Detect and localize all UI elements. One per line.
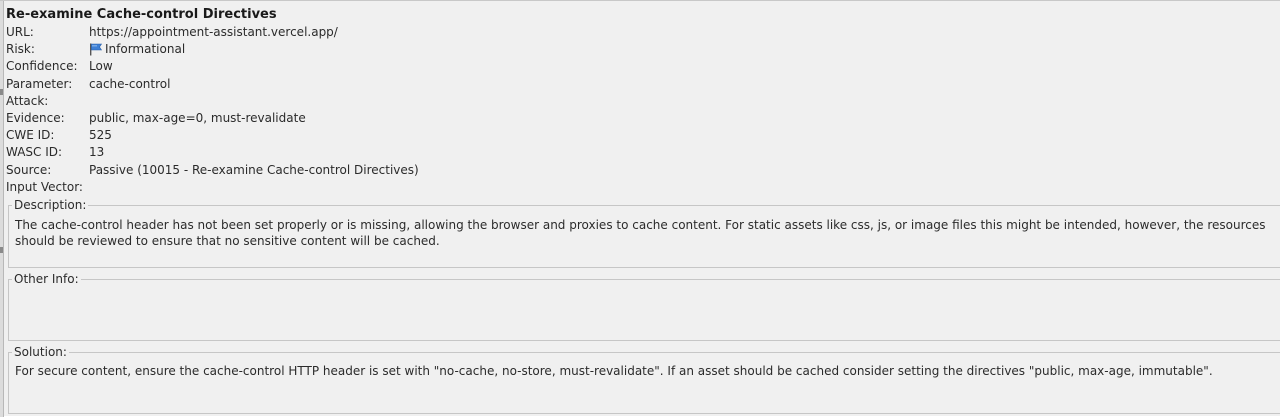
url-value[interactable]: https://appointment-assistant.vercel.app… bbox=[89, 24, 338, 41]
source-label: Source: bbox=[6, 163, 52, 177]
wasc-id-label: WASC ID: bbox=[6, 145, 63, 159]
risk-label: Risk: bbox=[6, 42, 35, 56]
other-info-label: Other Info: bbox=[12, 271, 81, 287]
risk-value-text: Informational bbox=[105, 42, 186, 56]
attack-label: Attack: bbox=[6, 94, 49, 108]
description-text[interactable]: The cache-control header has not been se… bbox=[15, 217, 1274, 249]
solution-group: Solution: For secure content, ensure the… bbox=[8, 344, 1280, 414]
solution-text[interactable]: For secure content, ensure the cache-con… bbox=[15, 363, 1274, 379]
source-value: Passive (10015 - Re-examine Cache-contro… bbox=[89, 163, 419, 177]
cwe-id-label: CWE ID: bbox=[6, 128, 55, 142]
other-info-group: Other Info: bbox=[8, 271, 1280, 341]
wasc-id-value: 13 bbox=[89, 145, 105, 159]
solution-label: Solution: bbox=[12, 344, 69, 360]
evidence-value: public, max-age=0, must-revalidate bbox=[89, 111, 306, 125]
description-label: Description: bbox=[12, 197, 89, 213]
input-vector-label: Input Vector: bbox=[6, 180, 83, 194]
url-label: URL: bbox=[6, 25, 34, 39]
evidence-label: Evidence: bbox=[6, 111, 65, 125]
cwe-id-value[interactable]: 525 bbox=[89, 127, 112, 144]
blue-flag-icon bbox=[89, 43, 103, 56]
splitter-grip-top bbox=[0, 89, 3, 95]
parameter-value: cache-control bbox=[89, 77, 171, 91]
description-group: Description: The cache-control header ha… bbox=[8, 197, 1280, 268]
risk-value: Informational bbox=[89, 41, 185, 58]
alert-details-panel: Re-examine Cache-control Directives URL:… bbox=[0, 0, 1280, 417]
splitter-grip-bottom bbox=[0, 247, 3, 253]
alert-title: Re-examine Cache-control Directives bbox=[6, 7, 277, 22]
confidence-value: Low bbox=[89, 59, 113, 73]
confidence-label: Confidence: bbox=[6, 59, 78, 73]
parameter-label: Parameter: bbox=[6, 77, 73, 91]
panel-splitter[interactable] bbox=[0, 1, 4, 417]
